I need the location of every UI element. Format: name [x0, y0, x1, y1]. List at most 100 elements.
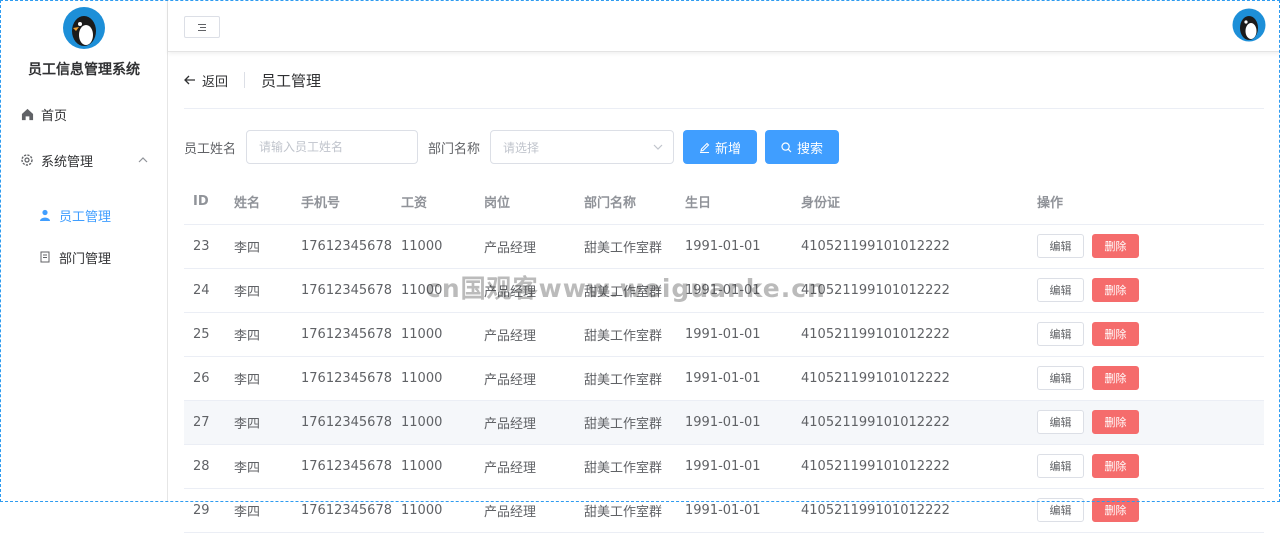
sidebar-item-employees[interactable]: 员工管理: [0, 197, 167, 233]
table-cell: 17612345678: [292, 444, 392, 489]
arrow-left-icon: [184, 75, 195, 85]
chevron-down-icon: [653, 144, 663, 150]
table-row: 27 李四 17612345678 11000 产品经理 甜美工作室群 1991-01-01…: [184, 400, 1264, 445]
table-cell: 17612345678: [292, 268, 392, 313]
department-select-placeholder: 请选择: [503, 140, 540, 155]
table-row: 24 李四 17612345678 11000 产品经理 甜美工作室群 1991-01-01…: [184, 268, 1264, 313]
table-cell: 11000: [392, 444, 475, 489]
page-title: 员工管理: [261, 71, 322, 90]
gear-icon: [20, 153, 34, 167]
table-cell: 产品经理: [475, 444, 575, 489]
add-button-label: 新增: [715, 141, 742, 157]
edit-button[interactable]: 编辑: [1037, 454, 1084, 478]
employee-name-label: 员工姓名: [184, 141, 237, 157]
table-row: 25 李四 17612345678 11000 产品经理 甜美工作室群 1991-01-01…: [184, 312, 1264, 357]
employee-name-input[interactable]: [246, 130, 419, 164]
department-label: 部门名称: [428, 141, 481, 157]
user-avatar[interactable]: [1232, 8, 1266, 42]
delete-button[interactable]: 删除: [1092, 322, 1139, 346]
delete-button[interactable]: 删除: [1092, 410, 1139, 434]
collapse-sidebar-button[interactable]: [184, 16, 220, 38]
table-cell: 410521199101012222: [792, 488, 1028, 533]
table-cell: 李四: [225, 356, 292, 401]
table-cell: 29: [184, 488, 225, 533]
table-cell: 1991-01-01: [676, 488, 792, 533]
table-cell: 26: [184, 356, 225, 401]
table-body: 23 李四 17612345678 11000 产品经理 甜美工作室群 1991-01-01…: [184, 224, 1264, 533]
sidebar-item-departments[interactable]: 部门管理: [0, 239, 167, 275]
column-header: ID: [184, 180, 225, 225]
table-cell: 17612345678: [292, 312, 392, 357]
table-cell: 11000: [392, 224, 475, 269]
actions-cell: 编辑 删除: [1028, 400, 1264, 445]
edit-button[interactable]: 编辑: [1037, 278, 1084, 302]
back-button[interactable]: 返回: [184, 71, 228, 90]
edit-button[interactable]: 编辑: [1037, 366, 1084, 390]
delete-button[interactable]: 删除: [1092, 454, 1139, 478]
table-cell: 24: [184, 268, 225, 313]
sidebar-item-system[interactable]: 系统管理: [0, 142, 167, 178]
table-cell: 17612345678: [292, 400, 392, 445]
column-header: 岗位: [475, 180, 575, 225]
department-select[interactable]: 请选择: [490, 130, 675, 164]
page-header: 返回 员工管理: [184, 66, 321, 94]
table-cell: 甜美工作室群: [575, 488, 676, 533]
table-cell: 1991-01-01: [676, 268, 792, 313]
edit-button[interactable]: 编辑: [1037, 410, 1084, 434]
table-cell: 1991-01-01: [676, 224, 792, 269]
add-button[interactable]: 新增: [683, 130, 758, 164]
table-cell: 17612345678: [292, 224, 392, 269]
table-cell: 产品经理: [475, 400, 575, 445]
table-cell: 产品经理: [475, 224, 575, 269]
actions-cell: 编辑 删除: [1028, 488, 1264, 533]
table-row: 26 李四 17612345678 11000 产品经理 甜美工作室群 1991-01-01…: [184, 356, 1264, 401]
column-header: 操作: [1028, 180, 1264, 225]
table-cell: 甜美工作室群: [575, 224, 676, 269]
document-icon: [38, 250, 52, 264]
actions-cell: 编辑 删除: [1028, 312, 1264, 357]
penguin-logo-icon: [63, 7, 105, 49]
table-row: 23 李四 17612345678 11000 产品经理 甜美工作室群 1991-01-01…: [184, 224, 1264, 269]
table-cell: 11000: [392, 312, 475, 357]
table-cell: 产品经理: [475, 488, 575, 533]
table-cell: 李四: [225, 444, 292, 489]
search-form: 员工姓名 部门名称 请选择 新增 搜索: [184, 130, 840, 164]
table-cell: 410521199101012222: [792, 268, 1028, 313]
delete-button[interactable]: 删除: [1092, 366, 1139, 390]
table-cell: 27: [184, 400, 225, 445]
table-cell: 李四: [225, 268, 292, 313]
sidebar-item-label: 员工管理: [59, 209, 112, 225]
column-header: 身份证: [792, 180, 1028, 225]
table-cell: 1991-01-01: [676, 356, 792, 401]
sidebar-item-home[interactable]: 首页: [0, 96, 167, 132]
edit-pen-icon: [700, 142, 710, 153]
column-header: 姓名: [225, 180, 292, 225]
table-cell: 11000: [392, 400, 475, 445]
table-cell: 17612345678: [292, 488, 392, 533]
table-row: 28 李四 17612345678 11000 产品经理 甜美工作室群 1991-01-01…: [184, 444, 1264, 489]
search-button[interactable]: 搜索: [765, 130, 840, 164]
sidebar: 员工信息管理系统 首页 系统管理 员工管理 部门管理: [0, 0, 168, 502]
table-cell: 11000: [392, 268, 475, 313]
table-row: 29 李四 17612345678 11000 产品经理 甜美工作室群 1991-01-01…: [184, 488, 1264, 533]
actions-cell: 编辑 删除: [1028, 268, 1264, 313]
sidebar-item-label: 系统管理: [41, 154, 94, 170]
column-header: 部门名称: [575, 180, 676, 225]
table-cell: 17612345678: [292, 356, 392, 401]
home-icon: [20, 107, 34, 121]
delete-button[interactable]: 删除: [1092, 234, 1139, 258]
edit-button[interactable]: 编辑: [1037, 322, 1084, 346]
column-header: 手机号: [292, 180, 392, 225]
delete-button[interactable]: 删除: [1092, 278, 1139, 302]
table-cell: 甜美工作室群: [575, 268, 676, 313]
table-cell: 410521199101012222: [792, 444, 1028, 489]
search-button-label: 搜索: [797, 141, 824, 157]
table-cell: 23: [184, 224, 225, 269]
edit-button[interactable]: 编辑: [1037, 234, 1084, 258]
sidebar-item-label: 首页: [41, 108, 68, 124]
actions-cell: 编辑 删除: [1028, 224, 1264, 269]
table-cell: 甜美工作室群: [575, 400, 676, 445]
app-title: 员工信息管理系统: [28, 62, 140, 78]
table-cell: 410521199101012222: [792, 312, 1028, 357]
table-cell: 李四: [225, 488, 292, 533]
